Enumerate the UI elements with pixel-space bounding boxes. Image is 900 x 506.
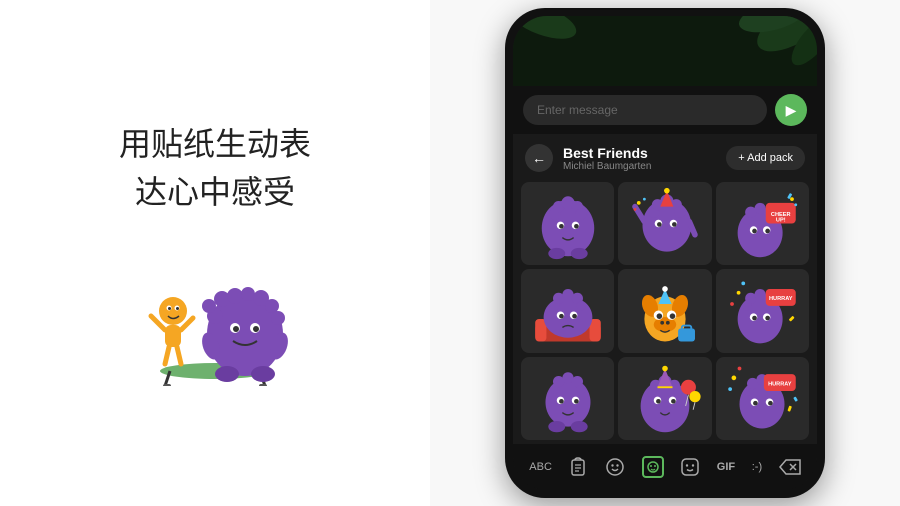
pack-author: Michiel Baumgarten [563, 161, 726, 172]
pack-name: Best Friends [563, 145, 726, 161]
keyboard-toolbar: ABC [513, 444, 817, 490]
main-text: 用贴纸生动表 达心中感受 [119, 120, 311, 216]
message-input-bar: Enter message ▶ [513, 86, 817, 134]
sticker-cell-3[interactable]: CHEER UP! [716, 182, 809, 265]
sticker-icon [642, 456, 664, 478]
add-pack-button[interactable]: + Add pack [726, 146, 805, 170]
toolbar-abc[interactable]: ABC [523, 457, 558, 477]
toolbar-delete[interactable] [773, 455, 807, 479]
sticker-panel: ← Best Friends Michiel Baumgarten + Add … [513, 134, 817, 444]
sticker-cell-2[interactable] [618, 182, 711, 265]
sticker-cell-4[interactable] [521, 269, 614, 352]
toolbar-face[interactable] [674, 453, 706, 481]
sticker-grid: CHEER UP! [513, 178, 817, 444]
sticker-header: ← Best Friends Michiel Baumgarten + Add … [513, 134, 817, 178]
svg-text:HURRAY: HURRAY [769, 296, 793, 302]
sticker-cell-7[interactable] [521, 357, 614, 440]
toolbar-sticker[interactable] [636, 452, 670, 482]
phone-device: Enter message ▶ ← Best Friends Michiel B… [505, 8, 825, 498]
sticker-cell-8[interactable] [618, 357, 711, 440]
toolbar-clipboard[interactable] [562, 453, 594, 481]
send-icon: ▶ [786, 102, 797, 119]
toolbar-emoji[interactable] [599, 453, 631, 481]
right-panel: Enter message ▶ ← Best Friends Michiel B… [430, 0, 900, 506]
phone-screen: Enter message ▶ ← Best Friends Michiel B… [513, 16, 817, 490]
svg-text:HURRAY: HURRAY [768, 381, 792, 387]
sticker-cell-5[interactable] [618, 269, 711, 352]
sticker-cell-1[interactable] [521, 182, 614, 265]
sticker-cell-9[interactable]: HURRAY [716, 357, 809, 440]
toolbar-gif[interactable]: GIF [711, 457, 741, 477]
message-input[interactable]: Enter message [523, 95, 767, 125]
toolbar-emoticon[interactable]: :-) [746, 457, 768, 477]
sticker-illustration [115, 256, 315, 386]
pack-info: Best Friends Michiel Baumgarten [563, 145, 726, 172]
phone-top-bg [513, 16, 817, 86]
back-button[interactable]: ← [525, 144, 553, 172]
sticker-cell-6[interactable]: HURRAY [716, 269, 809, 352]
left-panel: 用贴纸生动表 达心中感受 [0, 0, 430, 506]
svg-text:UP!: UP! [776, 218, 786, 224]
send-button[interactable]: ▶ [775, 94, 807, 126]
